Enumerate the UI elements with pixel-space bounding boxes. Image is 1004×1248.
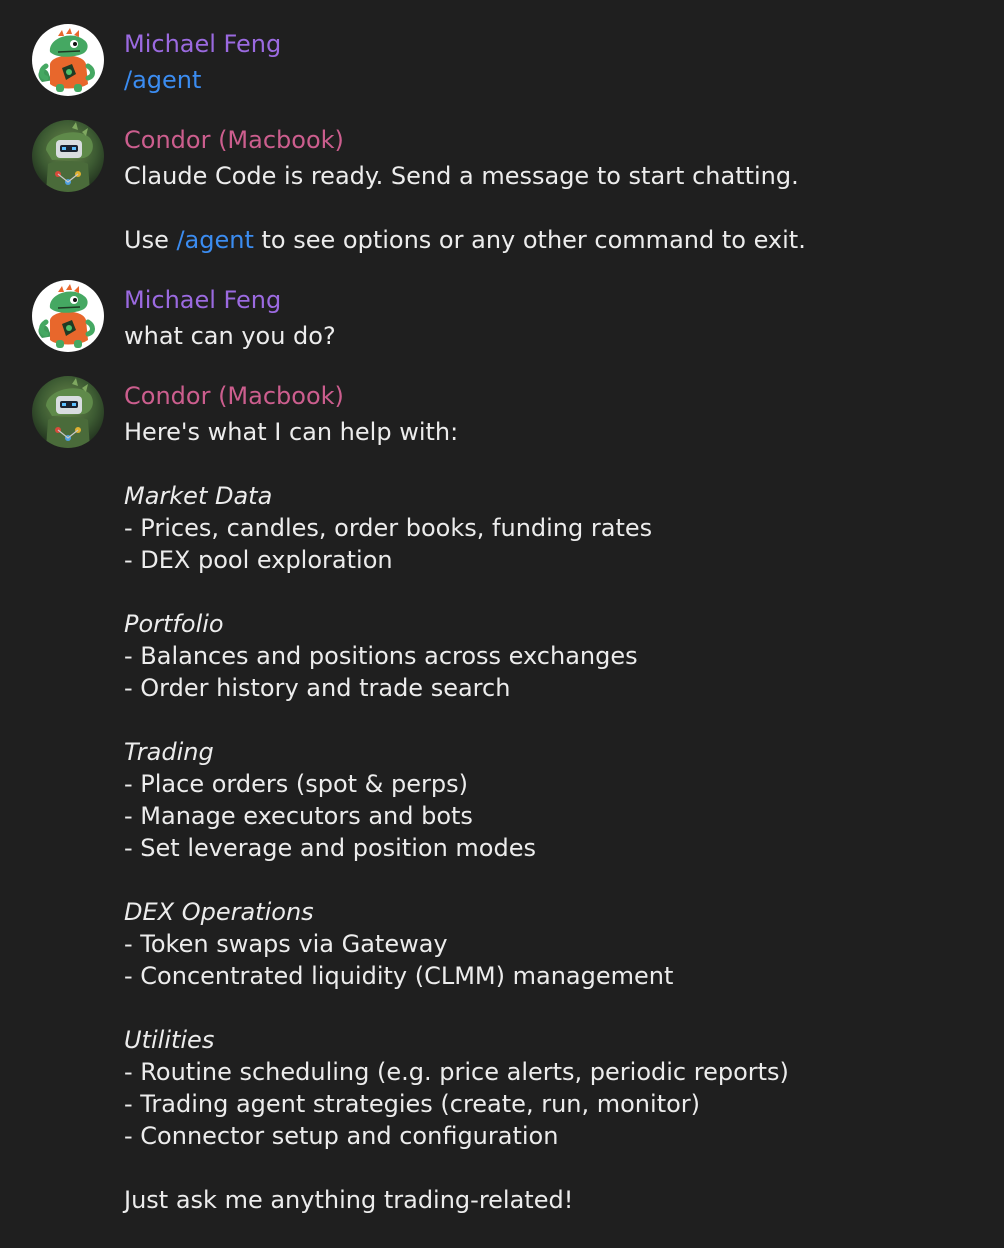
section-heading: Portfolio: [124, 610, 224, 638]
message-body: Here's what I can help with: Market Data…: [124, 416, 789, 1216]
section-heading: Utilities: [124, 1026, 215, 1054]
section-heading: DEX Operations: [124, 898, 314, 926]
list-item: - Manage executors and bots: [124, 802, 473, 830]
list-item: - Set leverage and position modes: [124, 834, 536, 862]
message-text: Use /agent to see options or any other c…: [124, 224, 806, 256]
robot-dino-icon: [32, 376, 104, 448]
text-fragment: Use: [124, 226, 177, 254]
message: Michael Feng /agent: [0, 24, 1004, 96]
robot-dino-icon: [32, 120, 104, 192]
avatar[interactable]: [32, 120, 104, 192]
command-link[interactable]: /agent: [124, 64, 201, 96]
command-link[interactable]: /agent: [176, 226, 253, 254]
sender-name[interactable]: Condor (Macbook): [124, 124, 344, 156]
list-item: - Prices, candles, order books, funding …: [124, 514, 653, 542]
avatar[interactable]: [32, 376, 104, 448]
message: Condor (Macbook) Here's what I can help …: [0, 376, 1004, 1226]
list-item: - Routine scheduling (e.g. price alerts,…: [124, 1058, 789, 1086]
message: Condor (Macbook) Claude Code is ready. S…: [0, 120, 1004, 256]
sender-name[interactable]: Condor (Macbook): [124, 380, 344, 412]
sender-name[interactable]: Michael Feng: [124, 28, 281, 60]
message-text: Just ask me anything trading-related!: [124, 1186, 574, 1214]
section-heading: Market Data: [124, 482, 273, 510]
sender-name[interactable]: Michael Feng: [124, 284, 281, 316]
list-item: - Order history and trade search: [124, 674, 511, 702]
message-text: what can you do?: [124, 322, 336, 350]
list-item: - DEX pool exploration: [124, 546, 393, 574]
message-body: /agent: [124, 64, 201, 96]
message-text: Here's what I can help with:: [124, 418, 459, 446]
gecko-orange-shirt-icon: [32, 280, 104, 352]
message-body: what can you do?: [124, 320, 336, 352]
list-item: - Concentrated liquidity (CLMM) manageme…: [124, 962, 674, 990]
list-item: - Token swaps via Gateway: [124, 930, 448, 958]
gecko-orange-shirt-icon: [32, 24, 104, 96]
list-item: - Trading agent strategies (create, run,…: [124, 1090, 701, 1118]
avatar[interactable]: [32, 24, 104, 96]
message-body: Claude Code is ready. Send a message to …: [124, 160, 806, 256]
message-text: Claude Code is ready. Send a message to …: [124, 162, 799, 190]
list-item: - Place orders (spot & perps): [124, 770, 468, 798]
text-fragment: to see options or any other command to e…: [253, 226, 806, 254]
section-heading: Trading: [124, 738, 214, 766]
list-item: - Connector setup and configuration: [124, 1122, 559, 1150]
message: Michael Feng what can you do?: [0, 280, 1004, 352]
avatar[interactable]: [32, 280, 104, 352]
list-item: - Balances and positions across exchange…: [124, 642, 638, 670]
